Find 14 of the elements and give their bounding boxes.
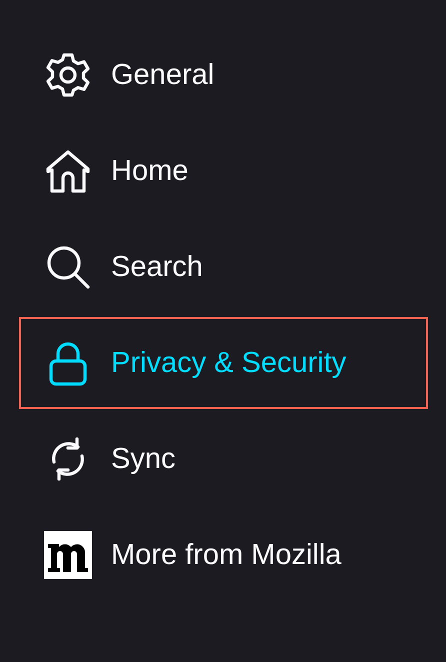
mozilla-logo-icon <box>44 531 92 579</box>
nav-label: Sync <box>111 442 176 476</box>
nav-item[interactable]: More from Mozilla <box>19 509 428 601</box>
nav-item[interactable]: Sync <box>19 413 428 505</box>
nav-label: More from Mozilla <box>111 538 342 572</box>
nav-item[interactable]: General <box>19 29 428 121</box>
nav-label: Home <box>111 154 188 188</box>
nav-label: Search <box>111 250 203 284</box>
nav-label: General <box>111 58 214 92</box>
nav-label: Privacy & Security <box>111 346 346 380</box>
nav-item[interactable]: Home <box>19 125 428 217</box>
gear-icon <box>44 51 92 99</box>
nav-item[interactable]: Privacy & Security <box>19 317 428 409</box>
nav-item[interactable]: Search <box>19 221 428 313</box>
